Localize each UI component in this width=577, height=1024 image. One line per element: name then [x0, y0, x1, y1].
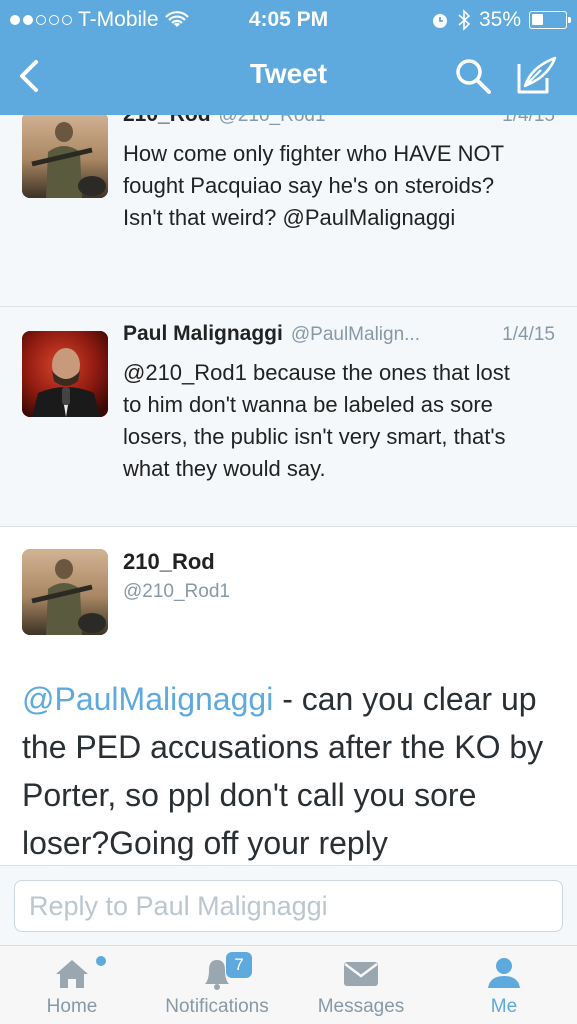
soldier-avatar-icon	[22, 549, 108, 635]
tweet-text: @210_Rod1 because the ones that lost to …	[123, 360, 510, 481]
user-avatar[interactable]	[22, 331, 108, 417]
tab-label: Messages	[317, 996, 405, 1017]
header: T-Mobile 4:05 PM 35% Tweet	[0, 0, 577, 115]
tab-messages[interactable]: Messages	[306, 946, 416, 1024]
notifications-badge: 7	[226, 952, 252, 978]
person-icon	[488, 958, 520, 988]
username[interactable]: @PaulMalign...	[291, 324, 420, 345]
reply-input[interactable]: Reply to Paul Malignaggi	[14, 880, 563, 932]
search-icon[interactable]	[453, 56, 493, 96]
user-avatar[interactable]	[22, 549, 108, 635]
battery-icon	[529, 11, 571, 29]
tweet-item[interactable]: Paul Malignaggi @PaulMalign... 1/4/15 @21…	[0, 307, 577, 527]
tweet-text: How come only fighter who HAVE NOT fough…	[123, 141, 504, 230]
battery-percent: 35%	[478, 8, 521, 31]
tweet-date: 1/4/15	[502, 324, 555, 345]
display-name[interactable]: Paul Malignaggi	[123, 322, 283, 345]
bluetooth-icon	[458, 9, 471, 31]
navigation-bar: Tweet	[0, 40, 577, 112]
soldier-avatar-icon	[22, 115, 108, 198]
mention-link[interactable]: @PaulMalignaggi	[22, 681, 273, 717]
tweet-text: @PaulMalignaggi - can you clear up the P…	[22, 675, 559, 865]
tab-me[interactable]: Me	[464, 946, 544, 1024]
tab-label: Notifications	[165, 996, 269, 1017]
conversation-timeline[interactable]: 210_Rod @210_Rod1 1/4/15 How come only fi…	[0, 115, 577, 865]
username[interactable]: @210_Rod1	[219, 115, 326, 126]
tweet-date: 1/4/15	[502, 115, 555, 126]
tab-notifications[interactable]: 7 Notifications	[152, 946, 282, 1024]
reply-bar: Reply to Paul Malignaggi	[0, 865, 577, 945]
tweet-header: 210_Rod @210_Rod1 1/4/15	[123, 115, 555, 133]
tweet-header: Paul Malignaggi @PaulMalign... 1/4/15	[123, 322, 555, 352]
home-icon	[56, 960, 88, 988]
tab-home[interactable]: Home	[22, 946, 122, 1024]
status-right: 35%	[431, 8, 571, 32]
display-name[interactable]: 210_Rod	[123, 549, 215, 575]
tweet-item[interactable]: 210_Rod @210_Rod1 1/4/15 How come only fi…	[0, 115, 577, 307]
new-tweets-dot	[96, 956, 106, 966]
alarm-clock-icon	[432, 14, 447, 28]
focused-tweet[interactable]: 210_Rod @210_Rod1 @PaulMalignaggi - can …	[0, 527, 577, 865]
username[interactable]: @210_Rod1	[123, 581, 230, 603]
display-name[interactable]: 210_Rod	[123, 115, 211, 126]
tab-label: Home	[46, 996, 98, 1017]
envelope-icon	[344, 962, 378, 986]
user-avatar[interactable]	[22, 115, 108, 198]
compose-tweet-icon[interactable]	[515, 54, 559, 96]
tab-label: Me	[490, 996, 518, 1017]
battery-level	[532, 14, 543, 25]
tab-bar: Home 7 Notifications Messages Me	[0, 945, 577, 1024]
status-bar: T-Mobile 4:05 PM 35%	[0, 0, 577, 38]
paul-avatar-icon	[22, 331, 108, 417]
tweet-detail-screen: T-Mobile 4:05 PM 35% Tweet @210_Rod1 1/4…	[0, 0, 577, 1024]
